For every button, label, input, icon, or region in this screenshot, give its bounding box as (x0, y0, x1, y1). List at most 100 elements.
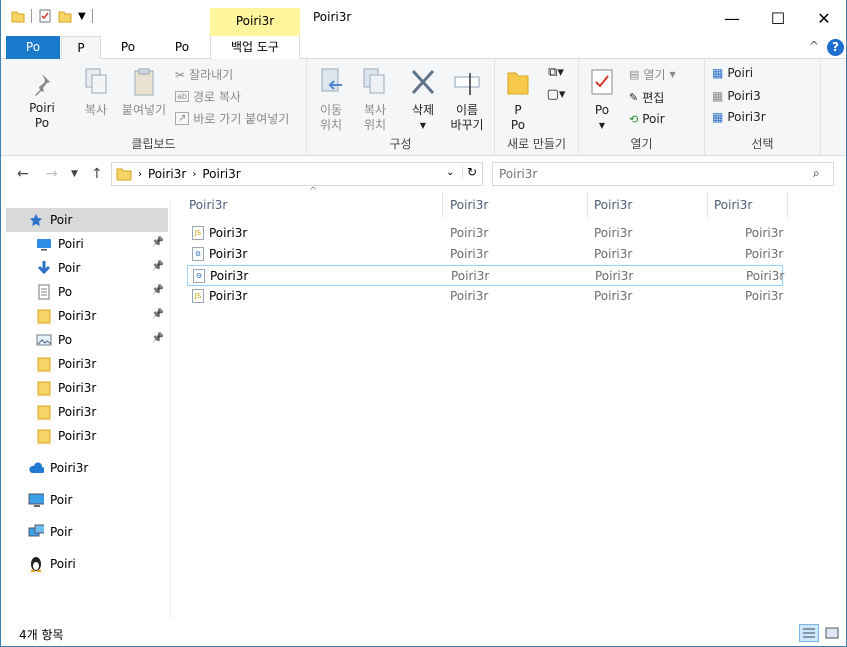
pin-label: Poiri Po (29, 101, 55, 130)
paste-button[interactable]: 붙여넣기 (119, 67, 169, 118)
refresh-icon[interactable]: ↻ (462, 165, 477, 179)
pin-icon[interactable]: 📌 (152, 237, 164, 248)
tab-view[interactable]: Po (163, 36, 201, 59)
details-view-icon (803, 628, 815, 638)
invert-selection-button[interactable]: ▦ Poiri3r (712, 110, 766, 124)
cloud-icon (28, 460, 44, 476)
delete-button[interactable]: 삭제 ▼ (405, 67, 441, 133)
nav-item[interactable]: Poiri 📌 (6, 232, 168, 256)
edit-icon: ✎ (629, 91, 639, 104)
file-row[interactable]: JS Poiri3r Poiri3r Poiri3r Poiri3r (187, 286, 783, 307)
file-row[interactable]: ⚙ Poiri3r Poiri3r Poiri3r Poiri3r (187, 265, 784, 286)
nav-item[interactable]: Poiri3r (6, 400, 168, 424)
pin-icon[interactable]: 📌 (152, 261, 164, 272)
pin-button[interactable]: Poiri Po (19, 71, 65, 131)
nav-item[interactable]: Poiri3r (6, 376, 168, 400)
tab-home[interactable]: P (61, 36, 101, 60)
nav-item-label: Poir (58, 261, 81, 275)
copy-path-button[interactable]: ab 경로 복사 (175, 88, 241, 105)
organize-group-label: 구성 (389, 137, 412, 151)
search-input[interactable] (493, 163, 793, 185)
select-all-button[interactable]: ▦ Poiri (712, 66, 753, 80)
tab-file[interactable]: Po (6, 36, 60, 59)
history-button[interactable]: ⟲ Poir (629, 112, 665, 126)
minimize-button[interactable]: — (709, 0, 755, 36)
nav-item[interactable]: Poiri (6, 552, 168, 576)
new-folder-icon[interactable] (58, 9, 72, 23)
nav-item[interactable]: Poiri3r 📌 (6, 304, 168, 328)
nav-item[interactable]: Poir 📌 (6, 256, 168, 280)
search-box[interactable]: ⌕ (492, 162, 834, 186)
move-to-label: 이동 위치 (319, 103, 343, 132)
rename-button[interactable]: 이름 바꾸기 (445, 67, 489, 133)
pin-icon[interactable]: 📌 (152, 333, 164, 344)
address-dropdown-icon[interactable]: ⌄ (446, 167, 454, 178)
address-bar[interactable]: › Poiri3r › Poiri3r ⌄ ↻ (111, 162, 483, 186)
nav-item-label: Poir (50, 213, 73, 227)
minimize-icon: — (724, 8, 740, 28)
close-icon: ✕ (817, 8, 831, 28)
folder-icon (36, 404, 52, 420)
edit-button[interactable]: ✎ 편집 (629, 89, 664, 106)
nav-item[interactable]: Poiri3r (6, 352, 168, 376)
select-none-button[interactable]: ▦ Poiri3 (712, 89, 761, 103)
properties-button[interactable]: Po ▼ (587, 67, 617, 133)
open-group: Po ▼ ▤ 열기 ▼ ✎ 편집 ⟲ Poir 열기 (579, 59, 705, 156)
nav-item[interactable]: Poir (6, 208, 168, 232)
pin-icon[interactable]: 📌 (152, 285, 164, 296)
navigation-bar: ← → ▼ ↑ › Poiri3r › Poiri3r ⌄ ↻ ⌕ (1, 157, 846, 191)
nav-item[interactable]: Poir (6, 520, 168, 544)
column-name[interactable]: Poiri3r (183, 192, 443, 218)
ribbon-expand-icon[interactable]: ^ (809, 39, 819, 53)
folder-icon (36, 308, 52, 324)
new-group: P Po ⧉▾ ▢▾ 새로 만들기 (495, 59, 579, 156)
column-type[interactable]: Poiri3r (588, 192, 708, 218)
copy-button[interactable]: 복사 (79, 67, 113, 118)
new-item-button[interactable]: ⧉▾ (543, 65, 569, 80)
edit-label: 편집 (642, 91, 665, 105)
close-button[interactable]: ✕ (801, 0, 846, 36)
pin-icon[interactable]: 📌 (152, 309, 164, 320)
nav-item[interactable]: Poir (6, 488, 168, 512)
help-icon[interactable]: ? (827, 39, 844, 56)
settings-file-icon: ⚙ (192, 247, 204, 261)
copy-label: 복사 (84, 103, 108, 117)
up-icon[interactable]: ↑ (91, 166, 103, 182)
copy-to-button[interactable]: 복사 위치 (355, 67, 395, 133)
chevron-down-icon[interactable]: ▼ (78, 11, 86, 22)
large-icons-view-button[interactable] (822, 624, 842, 642)
picture-icon (36, 332, 52, 348)
tab-backup-tools[interactable]: 백업 도구 (210, 36, 300, 59)
file-row[interactable]: ⚙ Poiri3r Poiri3r Poiri3r Poiri3r (187, 244, 783, 265)
recent-locations-icon[interactable]: ▼ (71, 169, 78, 179)
nav-item[interactable]: Poiri3r (6, 424, 168, 448)
settings-file-icon: ⚙ (193, 269, 205, 283)
column-date-modified[interactable]: Poiri3r (444, 192, 588, 218)
easy-access-button[interactable]: ▢▾ (543, 87, 569, 102)
breadcrumb-item[interactable]: Poiri3r (202, 167, 240, 181)
move-to-button[interactable]: 이동 위치 (311, 67, 351, 133)
open-button[interactable]: ▤ 열기 ▼ (629, 66, 676, 83)
breadcrumb-item[interactable]: Poiri3r (148, 167, 186, 181)
history-icon: ⟲ (629, 112, 639, 126)
forward-icon[interactable]: → (46, 166, 58, 182)
search-icon[interactable]: ⌕ (813, 166, 820, 181)
paste-shortcut-button[interactable]: ↗ 바로 가기 붙여넣기 (175, 110, 289, 127)
maximize-button[interactable]: ☐ (755, 0, 801, 36)
nav-item[interactable]: Poiri3r (6, 456, 168, 480)
back-icon[interactable]: ← (17, 166, 29, 182)
path-icon: ab (175, 91, 189, 102)
column-size[interactable]: Poiri3r (708, 192, 788, 218)
properties-label: Po (594, 103, 610, 117)
properties-icon[interactable] (38, 9, 52, 23)
file-name: Poiri3r (209, 226, 248, 240)
document-icon (36, 284, 52, 300)
nav-item[interactable]: Po 📌 (6, 280, 168, 304)
new-folder-button[interactable]: P Po (501, 67, 535, 133)
details-view-button[interactable] (799, 624, 819, 642)
copy-to-label: 복사 위치 (363, 103, 387, 132)
file-row[interactable]: JS Poiri3r Poiri3r Poiri3r Poiri3r (187, 223, 783, 244)
tab-share[interactable]: Po (109, 36, 147, 59)
nav-item[interactable]: Po 📌 (6, 328, 168, 352)
cut-button[interactable]: ✂ 잘라내기 (175, 66, 233, 83)
